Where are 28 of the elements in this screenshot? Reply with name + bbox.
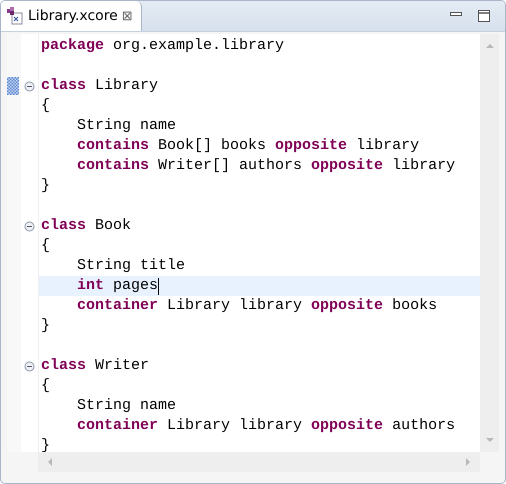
code-line: {	[41, 236, 50, 256]
code-line: }	[41, 316, 50, 336]
text-cursor	[158, 278, 160, 294]
collapse-icon[interactable]	[24, 80, 35, 92]
close-tab-button[interactable]: ⊠	[122, 8, 133, 24]
maximize-icon[interactable]	[477, 9, 491, 23]
collapse-icon[interactable]	[24, 220, 35, 232]
code-line: class Book	[41, 216, 132, 236]
code-line: container Library library opposite authors	[77, 416, 456, 436]
tab-title: Library.xcore	[28, 8, 118, 24]
code-line: package org.example.library	[41, 36, 284, 56]
code-line: class Writer	[41, 356, 150, 376]
file-icon	[6, 7, 24, 25]
code-editor[interactable]	[39, 34, 480, 452]
code-line: }	[41, 176, 50, 196]
code-line: String name	[77, 396, 176, 416]
code-line: String name	[77, 116, 176, 136]
code-line: {	[41, 96, 50, 116]
code-line: {	[41, 376, 50, 396]
code-line: contains Book[] books opposite library	[77, 136, 420, 156]
editor-tab[interactable]: Library.xcore ⊠	[1, 1, 142, 31]
code-line: }	[41, 436, 50, 452]
code-line: String title	[77, 256, 186, 276]
code-line: int pages	[77, 276, 158, 296]
code-line: contains Writer[] authors opposite library	[77, 156, 456, 176]
code-line: class Library	[41, 76, 158, 96]
code-line: container Library library opposite books	[77, 296, 438, 316]
collapse-icon[interactable]	[24, 360, 35, 372]
